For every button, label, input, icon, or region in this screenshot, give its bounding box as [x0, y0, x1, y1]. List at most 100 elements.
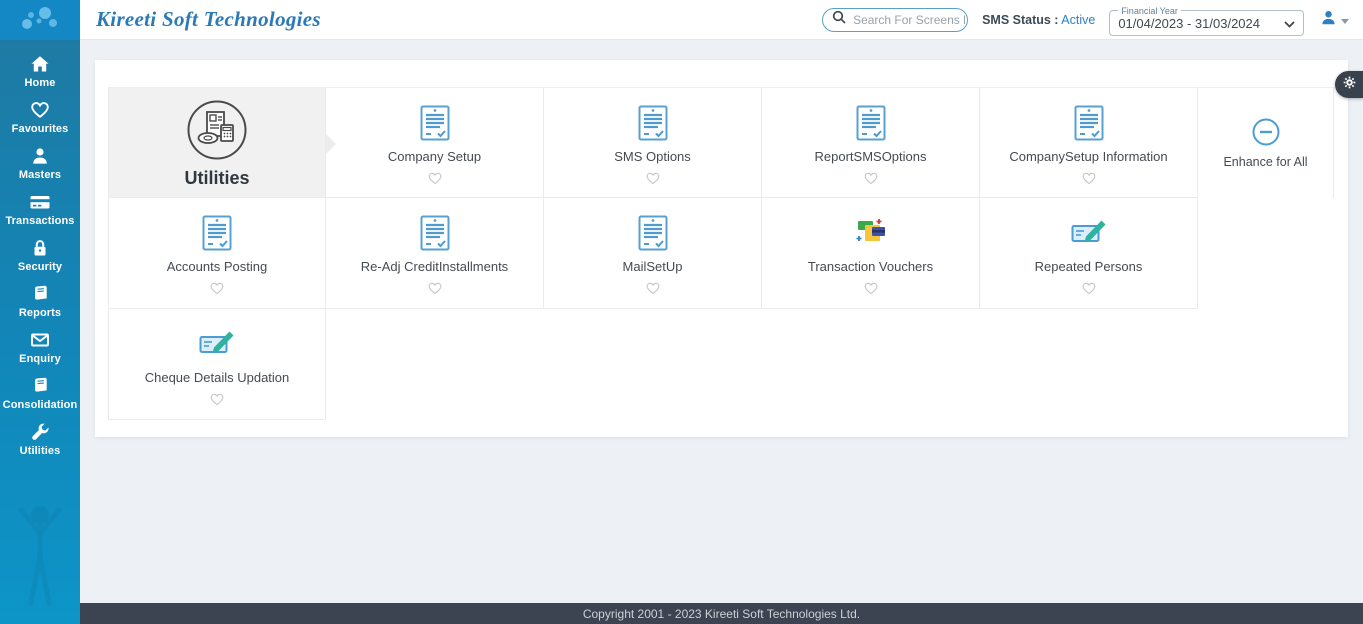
sidebar-item-transactions[interactable]: Transactions — [0, 186, 80, 232]
tile-label: Repeated Persons — [1035, 259, 1143, 274]
gear-icon — [1343, 76, 1356, 94]
chevron-down-icon — [1284, 16, 1295, 31]
cheering-person-illustration — [8, 493, 72, 618]
sidebar-item-label: Utilities — [0, 445, 80, 457]
sms-status-value: Active — [1061, 13, 1095, 27]
caret-down-icon — [1341, 11, 1349, 29]
tile-label: ReportSMSOptions — [815, 149, 927, 164]
dots-logo-icon — [14, 4, 66, 37]
sms-status: SMS Status : Active — [982, 13, 1095, 27]
favourite-heart-icon[interactable] — [863, 281, 879, 296]
favourite-heart-icon[interactable] — [863, 171, 879, 186]
document-icon — [638, 100, 668, 146]
heart-icon — [0, 100, 80, 120]
search-input[interactable] — [851, 12, 967, 28]
tiles-row: Utilities Company Setup SMS Options ReportS… — [108, 87, 1334, 198]
sidebar-item-label: Home — [0, 77, 80, 89]
screen-search[interactable] — [822, 8, 968, 32]
home-icon — [0, 54, 80, 74]
tile-sms-options[interactable]: SMS Options — [544, 87, 762, 198]
sidebar-item-label: Reports — [0, 307, 80, 319]
financial-year-value: 01/04/2023 - 31/03/2024 — [1118, 16, 1260, 31]
sidebar-item-security[interactable]: Security — [0, 232, 80, 278]
tile-enhance-for-all[interactable]: Enhance for All — [1198, 87, 1334, 198]
favourite-heart-icon[interactable] — [1081, 171, 1097, 186]
user-menu[interactable] — [1318, 7, 1351, 33]
circle-minus-icon — [1251, 112, 1281, 152]
sidebar-item-masters[interactable]: Masters — [0, 140, 80, 186]
tile-label: Enhance for All — [1223, 155, 1307, 169]
envelope-icon — [0, 330, 80, 350]
sidebar-item-label: Transactions — [0, 215, 80, 227]
document-icon — [202, 210, 232, 256]
tile-label: Company Setup — [388, 149, 481, 164]
document-icon — [856, 100, 886, 146]
sms-status-label: SMS Status : — [982, 13, 1058, 27]
app-logo[interactable] — [0, 0, 80, 40]
lock-icon — [0, 238, 80, 258]
copyright-text: Copyright 2001 - 2023 Kireeti Soft Techn… — [583, 607, 860, 621]
brand-title: Kireeti Soft Technologies — [96, 7, 321, 32]
sidebar-item-utilities[interactable]: Utilities — [0, 416, 80, 462]
tile-utilities[interactable]: Utilities — [108, 87, 326, 198]
tile-label: Cheque Details Updation — [145, 370, 290, 385]
tile-reportsmsoptions[interactable]: ReportSMSOptions — [762, 87, 980, 198]
tile-company-setup[interactable]: Company Setup — [326, 87, 544, 198]
sidebar-nav: Home Favourites Masters Transactions Securit… — [0, 48, 80, 462]
tile-label: SMS Options — [614, 149, 691, 164]
tile-label: CompanySetup Information — [1009, 149, 1167, 164]
sidebar-item-label: Security — [0, 261, 80, 273]
tile-label: Transaction Vouchers — [808, 259, 933, 274]
tile-accounts-posting[interactable]: Accounts Posting — [108, 198, 326, 309]
search-icon — [832, 10, 846, 29]
cheque-pen-icon — [1071, 210, 1107, 256]
user-icon — [1320, 9, 1337, 31]
footer: Copyright 2001 - 2023 Kireeti Soft Techn… — [80, 603, 1363, 624]
tiles-row: Accounts Posting Re-Adj CreditInstallment… — [108, 198, 1334, 309]
vouchers-icon — [855, 210, 887, 256]
financial-year-label: Financial Year — [1118, 6, 1181, 16]
person-icon — [0, 146, 80, 166]
screens-panel: Utilities Company Setup SMS Options ReportS… — [95, 60, 1348, 437]
favourite-heart-icon[interactable] — [1081, 281, 1097, 296]
accounting-icon — [186, 97, 248, 163]
header-controls: SMS Status : Active Financial Year 01/04… — [822, 5, 1363, 35]
tile-mailsetup[interactable]: MailSetUp — [544, 198, 762, 309]
tiles-grid: Utilities Company Setup SMS Options ReportS… — [108, 87, 1334, 420]
top-header: Kireeti Soft Technologies SMS Status : A… — [80, 0, 1363, 40]
tile-re-adj-creditinstallments[interactable]: Re-Adj CreditInstallments — [326, 198, 544, 309]
favourite-heart-icon[interactable] — [427, 281, 443, 296]
sidebar-item-home[interactable]: Home — [0, 48, 80, 94]
favourite-heart-icon[interactable] — [209, 392, 225, 407]
cheque-pen-icon — [199, 321, 235, 367]
favourite-heart-icon[interactable] — [645, 281, 661, 296]
sidebar: Home Favourites Masters Transactions Securit… — [0, 0, 80, 624]
sidebar-item-label: Favourites — [0, 123, 80, 135]
sidebar-item-favourites[interactable]: Favourites — [0, 94, 80, 140]
tile-repeated-persons[interactable]: Repeated Persons — [980, 198, 1198, 309]
tile-transaction-vouchers[interactable]: Transaction Vouchers — [762, 198, 980, 309]
sidebar-item-consolidation[interactable]: Consolidation — [0, 370, 80, 416]
document-icon — [420, 210, 450, 256]
sidebar-item-label: Masters — [0, 169, 80, 181]
document-icon — [638, 210, 668, 256]
favourite-heart-icon[interactable] — [427, 171, 443, 186]
tile-cheque-details-updation[interactable]: Cheque Details Updation — [108, 309, 326, 420]
credit-card-icon — [0, 192, 80, 212]
sidebar-item-label: Consolidation — [0, 399, 80, 411]
tile-label: Accounts Posting — [167, 259, 267, 274]
tiles-row: Cheque Details Updation — [108, 309, 1334, 420]
document-icon — [1074, 100, 1104, 146]
tile-label: MailSetUp — [623, 259, 683, 274]
book-icon — [0, 376, 80, 396]
sidebar-item-reports[interactable]: Reports — [0, 278, 80, 324]
favourite-heart-icon[interactable] — [209, 281, 225, 296]
settings-gear-button[interactable] — [1335, 71, 1363, 98]
financial-year-select[interactable]: Financial Year 01/04/2023 - 31/03/2024 — [1109, 6, 1304, 36]
tile-label: Utilities — [184, 168, 249, 189]
sidebar-item-enquiry[interactable]: Enquiry — [0, 324, 80, 370]
wrench-icon — [0, 422, 80, 442]
tile-companysetup-information[interactable]: CompanySetup Information — [980, 87, 1198, 198]
document-icon — [420, 100, 450, 146]
favourite-heart-icon[interactable] — [645, 171, 661, 186]
